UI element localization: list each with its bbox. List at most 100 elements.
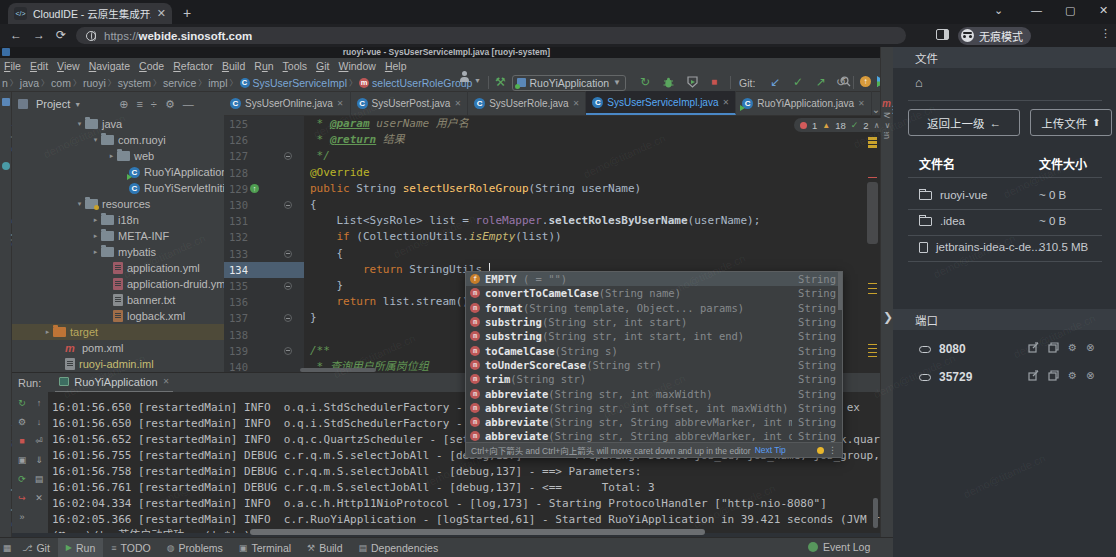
open-external-icon[interactable] [1028, 342, 1039, 353]
print-icon[interactable]: ▤ [31, 474, 47, 484]
tree-item-ruoyiapplication[interactable]: CRuoYiApplication [12, 164, 224, 180]
statusbar-run[interactable]: ▶Run [58, 538, 103, 557]
up-stack-icon[interactable]: ↑ [31, 398, 47, 408]
more-icon[interactable]: » [14, 512, 30, 522]
tree-item-meta-inf[interactable]: ▸META-INF [12, 228, 224, 244]
coverage-icon[interactable] [687, 76, 698, 88]
port-close-icon[interactable]: ⊗ [1086, 370, 1094, 381]
run-settings-icon[interactable]: ⚙ [14, 417, 30, 427]
menu-refactor[interactable]: Refactor [173, 60, 213, 72]
port-close-icon[interactable]: ⊗ [1086, 342, 1094, 353]
window-maximize-icon[interactable]: ▢ [1065, 4, 1075, 17]
statusbar-dependencies[interactable]: ▤Dependencies [351, 538, 447, 557]
rerun-icon[interactable]: ↻ [14, 398, 30, 408]
fold-icon[interactable] [284, 314, 292, 322]
completion-item-format[interactable]: mformat(String template, Object... param… [466, 301, 842, 315]
tree-item-ruoyi-admin-iml[interactable]: ruoyi-admin.iml [12, 356, 224, 372]
user-dropdown-icon[interactable]: ▼ [474, 77, 481, 84]
tab-close-icon[interactable]: ✕ [454, 99, 461, 108]
next-tip-link[interactable]: Next Tip [755, 445, 786, 455]
tree-item-application-yml[interactable]: application.yml [12, 260, 224, 276]
menu-tools[interactable]: Tools [283, 60, 308, 72]
back-icon[interactable]: ← [10, 28, 22, 42]
editor-tab-sysuseronline-java[interactable]: CSysUserOnline.java✕ [224, 91, 351, 115]
run-tab-close-icon[interactable]: ✕ [163, 377, 170, 386]
console-vscrollbar[interactable] [873, 498, 878, 528]
project-dropdown-icon[interactable]: ▼ [74, 101, 81, 108]
tree-chevron-icon[interactable]: ▾ [74, 200, 85, 208]
git-commit-icon[interactable]: ✓ [793, 75, 803, 89]
stop-icon[interactable]: ■ [711, 76, 717, 87]
window-close-icon[interactable]: ✕ [1099, 4, 1108, 17]
restart-icon[interactable]: ⟳ [14, 474, 30, 484]
gideabrowser-stripe-icon[interactable] [2, 162, 10, 170]
completion-item-trim[interactable]: mtrim(String str)String [466, 372, 842, 386]
inspections-widget[interactable]: 1 ▲ 18 ✓ 2 ∧ ∨ [794, 118, 896, 132]
completion-item-converttocamelcase[interactable]: mconvertToCamelCase(String name)String [466, 286, 842, 300]
locate-icon[interactable]: ⊕ [119, 98, 128, 111]
tree-chevron-icon[interactable]: ▸ [42, 328, 53, 336]
completion-item-abbreviate[interactable]: mabbreviate(String str, int offset, int … [466, 401, 842, 415]
git-update-icon[interactable]: ↙ [770, 75, 780, 89]
collapse-all-icon[interactable]: ÷ [151, 98, 157, 110]
tree-item-application-druid-yml[interactable]: application-druid.yml [12, 276, 224, 292]
fold-icon[interactable] [284, 152, 292, 160]
menu-code[interactable]: Code [139, 60, 164, 72]
menu-help[interactable]: Help [385, 60, 407, 72]
editor-tab-sysuserrole-java[interactable]: CSysUserRole.java✕ [468, 91, 586, 115]
hide-panel-icon[interactable]: — [183, 98, 194, 110]
dump-icon[interactable]: ▣ [14, 455, 30, 465]
fold-icon[interactable] [284, 347, 292, 355]
statusbar-git[interactable]: ⎇Git [14, 538, 58, 557]
tab-close-icon[interactable]: ✕ [858, 99, 865, 108]
back-parent-button[interactable]: 返回上一级← [908, 109, 1020, 136]
run-console-tab[interactable]: RuoYiApplication ✕ [55, 373, 173, 393]
breadcrumb-item[interactable]: com [51, 77, 71, 89]
build-hammer-icon[interactable]: ⚒ [495, 75, 506, 89]
tab-close-icon[interactable]: ✕ [157, 7, 166, 20]
tree-chevron-icon[interactable]: ▸ [90, 232, 101, 240]
exit-icon[interactable]: ↪ [14, 493, 30, 503]
fold-icon[interactable] [284, 282, 292, 290]
breadcrumb-item[interactable]: java [20, 77, 39, 89]
tree-item-i18n[interactable]: ▸i18n [12, 212, 224, 228]
tree-item-java[interactable]: ▾java [12, 116, 224, 132]
statusbar-terminal[interactable]: ▣Terminal [231, 538, 299, 557]
copy-icon[interactable] [1048, 370, 1059, 381]
menu-file[interactable]: File [4, 60, 21, 72]
menu-run[interactable]: Run [254, 60, 273, 72]
update-icon[interactable]: ↑ [860, 76, 871, 87]
tree-item-web[interactable]: ▸web [12, 148, 224, 164]
tree-item-banner-txt[interactable]: banner.txt [12, 292, 224, 308]
project-stripe-icon[interactable] [2, 98, 10, 106]
tree-item-mybatis[interactable]: ▸mybatis [12, 244, 224, 260]
event-log-button[interactable]: Event Log [808, 537, 870, 557]
tree-chevron-icon[interactable]: ▾ [90, 136, 101, 144]
git-push-icon[interactable]: ↗ [816, 75, 826, 89]
tree-chevron-icon[interactable]: ▸ [106, 152, 117, 160]
debug-icon[interactable] [663, 77, 674, 88]
expand-all-icon[interactable]: ≡ [136, 98, 142, 110]
override-marker-icon[interactable]: ↑ [250, 184, 259, 193]
tree-chevron-icon[interactable]: ▾ [74, 120, 85, 128]
console-hscrollbar[interactable] [250, 529, 705, 535]
editor-vscrollbar[interactable] [867, 182, 878, 244]
address-bar[interactable]: https://webide.sinosoft.com [76, 27, 906, 44]
down-stack-icon[interactable]: ↓ [31, 417, 47, 427]
breadcrumb-item[interactable]: CSysUserServiceImpl [240, 77, 348, 89]
port-settings-icon[interactable]: ⚙ [1068, 342, 1077, 353]
tree-item-resources[interactable]: ▾resources [12, 196, 224, 212]
copy-icon[interactable] [1048, 342, 1059, 353]
completion-item-tounderscorecase[interactable]: mtoUnderScoreCase(String str)String [466, 358, 842, 372]
site-info-icon[interactable] [86, 31, 96, 41]
statusbar-todo[interactable]: ≡TODO [103, 538, 158, 557]
clear-icon[interactable]: ✕ [31, 493, 47, 503]
fold-icon[interactable] [284, 201, 292, 209]
run-icon[interactable]: ↻ [640, 75, 650, 89]
tab-close-icon[interactable]: ✕ [337, 99, 344, 108]
window-minimize-icon[interactable]: — [1031, 4, 1042, 16]
window-menu-icon[interactable]: ⌄ [994, 4, 1003, 17]
editor-tab-sysuserpost-java[interactable]: CSysUserPost.java✕ [351, 91, 469, 115]
breadcrumb-item[interactable]: n [2, 77, 8, 89]
port-settings-icon[interactable]: ⚙ [1068, 370, 1077, 381]
